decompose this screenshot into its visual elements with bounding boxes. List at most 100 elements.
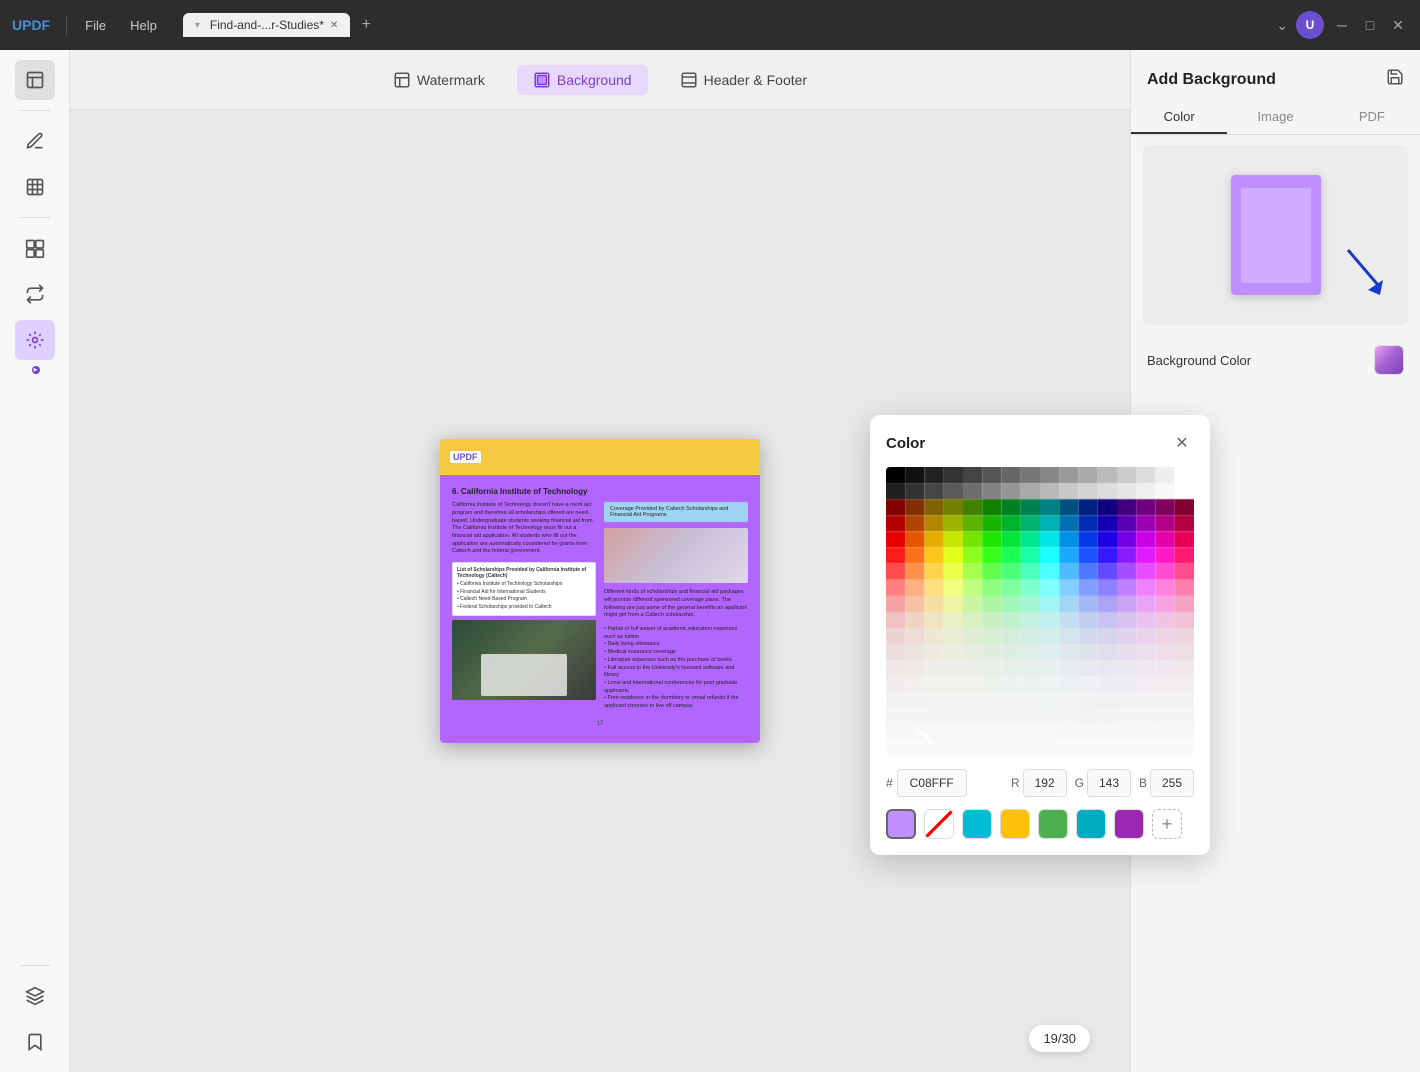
doc-text-2: Different kinds of scholarships and fina… [604,589,748,620]
watermark-label: Watermark [417,72,485,88]
r-input[interactable] [1023,769,1067,797]
doc-image-1 [604,528,748,583]
tab-image[interactable]: Image [1227,101,1323,134]
panel-tabs-row: Color Image PDF [1131,101,1420,135]
color-gradient-canvas[interactable] [886,467,1194,757]
doc-list-item-2: • Financial Aid for International Studen… [457,589,591,597]
tab-dropdown-icon[interactable]: ▾ [195,20,200,31]
header-footer-button[interactable]: Header & Footer [664,65,824,95]
hex-label: # [886,776,893,790]
doc-list-title: List of Scholarships Provided by Califor… [457,567,591,579]
tab-area: ▾ Find-and-...r-Studies* ✕ + [183,13,1268,37]
menu-help[interactable]: Help [120,14,167,37]
save-panel-icon[interactable] [1386,68,1404,91]
active-tab[interactable]: ▾ Find-and-...r-Studies* ✕ [183,13,350,37]
doc-title: 6. California Institute of Technology [452,487,748,496]
tab-close-icon[interactable]: ✕ [330,20,338,31]
watermark-icon [393,71,411,89]
doc-image-2 [452,620,596,700]
sidebar-divider-1 [20,110,50,111]
b-input-group: B [1139,769,1194,797]
doc-footer-num: 17 [452,717,748,731]
titlebar-right: ⌄ U ─ □ ✕ [1276,11,1408,39]
page-indicator: 19/30 [1029,1025,1090,1052]
recent-swatch-4[interactable] [1038,809,1068,839]
tab-color[interactable]: Color [1131,101,1227,134]
doc-text-3: • Partial or full waiver of academic edu… [604,626,748,711]
maximize-button[interactable]: □ [1360,15,1380,35]
preview-doc-inner [1241,188,1311,283]
tab-label: Find-and-...r-Studies* [210,18,324,32]
titlebar: UPDF File Help ▾ Find-and-...r-Studies* … [0,0,1420,50]
preview-doc [1231,175,1321,295]
tabs-overflow-icon[interactable]: ⌄ [1276,17,1288,34]
doc-left-col: California Institute of Technology doesn… [452,502,596,716]
color-picker-header: Color ✕ [886,431,1194,455]
doc-page-header: UPDF [440,439,760,475]
doc-body: California Institute of Technology doesn… [452,502,748,716]
recent-swatch-6[interactable] [1114,809,1144,839]
recent-swatch-5[interactable] [1076,809,1106,839]
doc-page: UPDF 6. California Institute of Technolo… [440,439,760,742]
sidebar-bottom [15,961,55,1062]
sidebar-divider-2 [20,217,50,218]
doc-list-item-1: • California Institute of Technology Sch… [457,581,591,589]
add-color-button[interactable]: + [1152,809,1182,839]
doc-list-item-3: • Caltech Need-Based Program [457,596,591,604]
sidebar-icon-bookmark[interactable] [15,1022,55,1062]
avatar[interactable]: U [1296,11,1324,39]
recent-swatch-transparent[interactable] [924,809,954,839]
rgb-inputs-row: # R G B [886,769,1194,797]
sidebar-divider-3 [20,965,50,966]
background-label: Background [557,72,632,88]
hex-input[interactable] [897,769,967,797]
recent-swatch-2[interactable] [962,809,992,839]
sidebar-icon-edit[interactable] [15,167,55,207]
titlebar-menu: File Help [75,14,167,37]
sidebar-icon-layers[interactable] [15,976,55,1016]
watermark-button[interactable]: Watermark [377,65,501,95]
sidebar-icon-annotate[interactable] [15,121,55,161]
tab-pdf[interactable]: PDF [1324,101,1420,134]
sidebar-icon-active[interactable] [15,320,55,360]
doc-content: 6. California Institute of Technology Ca… [440,475,760,742]
bg-color-label: Background Color [1147,353,1251,368]
doc-logo: UPDF [450,451,481,463]
toolbar: Watermark Background Header & Footer [70,50,1130,110]
app-logo: UPDF [12,17,50,33]
doc-text-1: California Institute of Technology doesn… [452,502,596,556]
bg-color-row: Background Color [1131,337,1420,387]
minimize-button[interactable]: ─ [1332,15,1352,35]
page-indicator-text: 19/30 [1043,1031,1076,1046]
titlebar-divider [66,15,67,35]
r-input-group: R [1011,769,1067,797]
g-input-group: G [1075,769,1131,797]
sidebar-icon-reader[interactable] [15,60,55,100]
doc-list-box: List of Scholarships Provided by Califor… [452,562,596,616]
sidebar-icon-organize[interactable] [15,228,55,268]
right-panel-header: Add Background [1131,50,1420,101]
color-picker-close[interactable]: ✕ [1170,431,1194,455]
new-tab-button[interactable]: + [354,13,378,37]
g-label: G [1075,776,1084,790]
header-footer-label: Header & Footer [704,72,808,88]
background-icon [533,71,551,89]
color-picker-title: Color [886,435,925,452]
b-input[interactable] [1150,769,1194,797]
background-button[interactable]: Background [517,65,648,95]
doc-list-item-4: • Federal Scholarships provided to Calte… [457,604,591,612]
close-button[interactable]: ✕ [1388,15,1408,35]
recent-swatch-0[interactable] [886,809,916,839]
doc-callout: Coverage Provided by Caltech Scholarship… [604,502,748,522]
hex-input-group: # [886,769,1003,797]
g-input[interactable] [1087,769,1131,797]
color-picker-popup: Color ✕ # R G B + [870,415,1210,855]
doc-right-col: Coverage Provided by Caltech Scholarship… [604,502,748,716]
menu-file[interactable]: File [75,14,116,37]
r-label: R [1011,776,1020,790]
preview-area [1143,145,1408,325]
sidebar-icon-convert[interactable] [15,274,55,314]
arrow-indicator [1338,240,1388,305]
bg-color-swatch[interactable] [1374,345,1404,375]
recent-swatch-3[interactable] [1000,809,1030,839]
